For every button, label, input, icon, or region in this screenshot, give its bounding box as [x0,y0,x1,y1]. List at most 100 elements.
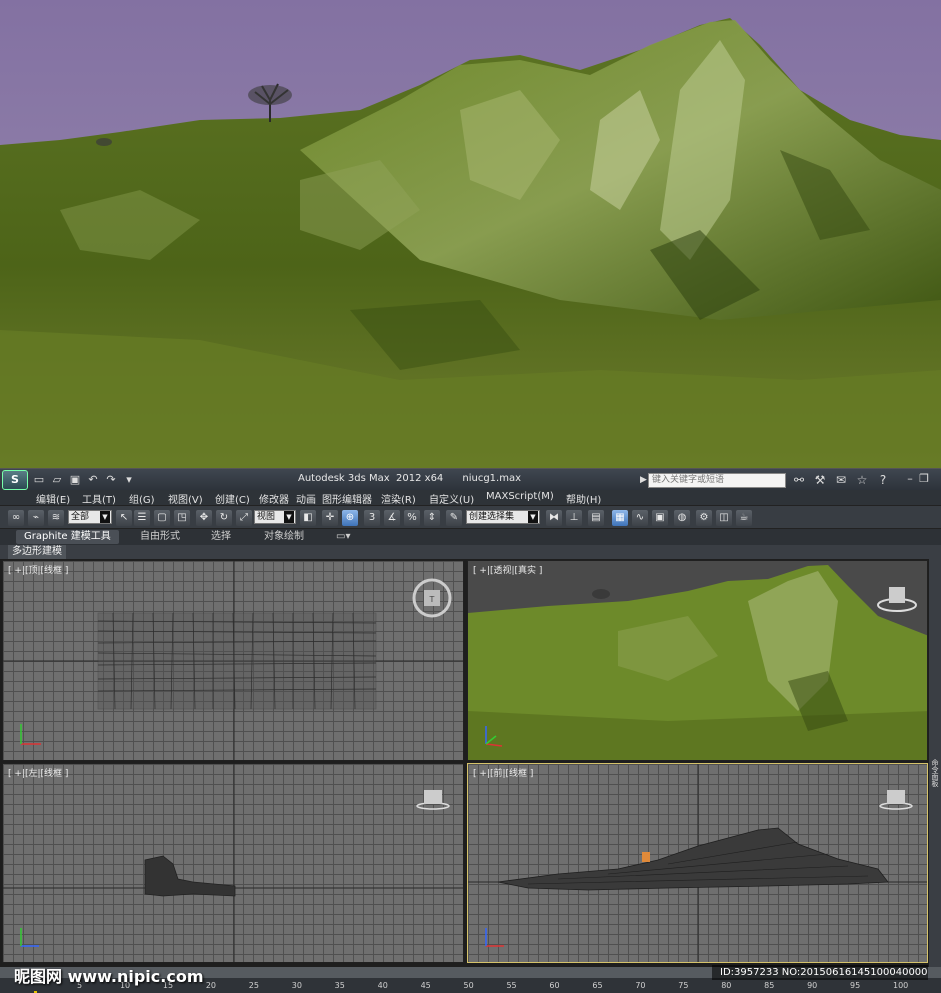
timeline-tick-label: 50 [463,981,474,990]
viewport-label[interactable]: [ +|[前|[线框 ] [473,766,533,779]
viewport-area: [ +|[顶|[线框 ] T [ +|[透视|[真实 ] [+|[左|[线框 … [0,559,941,967]
menu-graph-editors[interactable]: 图形编辑器 [322,491,372,506]
rendered-frame-window-icon[interactable]: ◫ [716,510,732,526]
quick-access-dropdown-icon[interactable]: ▾ [122,473,136,487]
menu-edit[interactable]: 编辑(E) [36,491,70,506]
viewcube-front[interactable] [878,786,914,817]
align-icon[interactable]: ⊥ [566,510,582,526]
curve-editor-icon[interactable]: ∿ [632,510,648,526]
menu-modifiers[interactable]: 修改器 [259,491,289,506]
viewport-label[interactable]: [ +|[透视|[真实 ] [473,563,542,576]
main-toolbar: ∞ ⌁ ≋ 全部 ▼ ↖ ☰ ▢ ◳ ✥ ↻ ⤢ 视图 ▼ ◧ ✛ ⊕ 3 ∡ % … [0,505,941,529]
viewport-top[interactable]: [ +|[顶|[线框 ] T [2,560,464,761]
communication-icon[interactable]: ✉ [833,472,849,488]
pivot-center-icon[interactable]: ◧ [300,510,316,526]
edit-named-selection-icon[interactable]: ✎ [446,510,462,526]
menu-animation[interactable]: 动画 [296,491,316,506]
wrench-icon[interactable]: ⚒ [812,472,828,488]
select-object-icon[interactable]: ↖ [116,510,132,526]
help-icon[interactable]: ? [875,472,891,488]
move-icon[interactable]: ✥ [196,510,212,526]
timeline-tick-label: 60 [549,981,560,990]
tab-selection[interactable]: 选择 [211,530,231,544]
watermark-right: ID:3957233 NO:20150616145100040000 [712,965,928,980]
render-setup-icon[interactable]: ⚙ [696,510,712,526]
menu-group[interactable]: 组(G) [129,491,155,506]
axis-tripod-icon [485,726,503,747]
timeline-tick-label: 100 [893,981,909,990]
material-editor-icon[interactable]: ◍ [674,510,690,526]
angle-snap-icon[interactable]: ∡ [384,510,400,526]
minimize-icon[interactable]: – [904,472,916,486]
chevron-down-icon: ▼ [284,511,294,523]
ribbon-options-icon[interactable]: ▭▾ [336,530,350,544]
link-icon[interactable]: ∞ [8,510,24,526]
menu-maxscript[interactable]: MAXScript(M) [486,491,554,502]
tab-graphite-modeling[interactable]: Graphite 建模工具 [16,530,119,544]
viewport-label[interactable]: [ +|[左|[线框 ] [8,766,68,779]
scale-icon[interactable]: ⤢ [236,510,252,526]
tab-object-paint[interactable]: 对象绘制 [264,530,304,544]
new-file-icon[interactable]: ▭ [32,473,46,487]
timeline-tick-label: 70 [635,981,646,990]
menu-rendering[interactable]: 渲染(R) [381,491,416,506]
keyboard-shortcut-override-icon[interactable]: ⊕ [342,510,358,526]
graphite-ribbon: Graphite 建模工具 自由形式 选择 对象绘制 ▭▾ [0,529,941,545]
menu-views[interactable]: 视图(V) [168,491,203,506]
menu-tools[interactable]: 工具(T) [82,491,116,506]
restore-icon[interactable]: ❐ [918,472,930,486]
command-panel-collapsed[interactable]: 命令面板 [929,559,941,967]
timeline-tick-label: 85 [764,981,775,990]
rotate-icon[interactable]: ↻ [216,510,232,526]
terrain-wireframe-left [144,855,236,897]
search-input[interactable] [648,472,786,488]
binoculars-icon[interactable]: ⚯ [791,472,807,488]
timeline-tick-label: 80 [721,981,732,990]
timeline-tick-label: 35 [334,981,345,990]
bind-space-warp-icon[interactable]: ≋ [48,510,64,526]
viewport-perspective[interactable]: [ +|[透视|[真实 ] [467,560,928,761]
spinner-snap-icon[interactable]: ⇕ [424,510,440,526]
unlink-icon[interactable]: ⌁ [28,510,44,526]
viewcube-perspective[interactable] [876,581,918,620]
axis-tripod-icon [485,928,504,947]
viewport-label[interactable]: [ +|[顶|[线框 ] [8,563,68,576]
menu-bar: 编辑(E) 工具(T) 组(G) 视图(V) 创建(C) 修改器 动画 图形编辑… [0,490,941,506]
ribbon-panel-bar: 多边形建模 [0,545,941,559]
menu-create[interactable]: 创建(C) [215,491,250,506]
panel-polygon-modeling[interactable]: 多边形建模 [8,545,66,559]
title-bar: S ▭ ▱ ▣ ↶ ↷ ▾ Autodesk 3ds Max 2012 x64 … [0,468,941,490]
app-menu-button[interactable]: S [2,469,28,490]
snaps-toggle-icon[interactable]: 3 [364,510,380,526]
layer-manager-icon[interactable]: ▤ [588,510,604,526]
timeline-tick-label: 75 [678,981,689,990]
graphite-toggle-icon[interactable]: ▦ [612,510,628,526]
select-manipulate-icon[interactable]: ✛ [322,510,338,526]
window-crossing-icon[interactable]: ◳ [174,510,190,526]
save-icon[interactable]: ▣ [68,473,82,487]
mirror-icon[interactable]: ⧓ [546,510,562,526]
terrain-wireframe-front [497,827,889,891]
rect-selection-icon[interactable]: ▢ [154,510,170,526]
open-file-icon[interactable]: ▱ [50,473,64,487]
search-expand-icon[interactable]: ▶ [640,475,648,485]
menu-help[interactable]: 帮助(H) [566,491,601,506]
window-title: Autodesk 3ds Max 2012 x64 niucg1.max [298,473,521,484]
favorites-star-icon[interactable]: ☆ [854,472,870,488]
menu-customize[interactable]: 自定义(U) [429,491,474,506]
viewcube-top[interactable]: T [411,577,453,622]
svg-text:T: T [429,595,435,604]
tab-freeform[interactable]: 自由形式 [140,530,180,544]
undo-icon[interactable]: ↶ [86,473,100,487]
reference-coord-dropdown[interactable]: 视图 ▼ [254,510,296,524]
named-selection-dropdown[interactable]: 创建选择集 ▼ [466,510,540,524]
viewcube-left[interactable] [415,786,451,817]
viewport-front[interactable]: [ +|[前|[线框 ] [467,763,928,963]
viewport-left[interactable]: [ +|[左|[线框 ] [2,763,464,963]
schematic-view-icon[interactable]: ▣ [652,510,668,526]
selection-filter-dropdown[interactable]: 全部 ▼ [68,510,112,524]
select-by-name-icon[interactable]: ☰ [134,510,150,526]
render-teapot-icon[interactable]: ☕ [736,510,752,526]
percent-snap-icon[interactable]: % [404,510,420,526]
redo-icon[interactable]: ↷ [104,473,118,487]
